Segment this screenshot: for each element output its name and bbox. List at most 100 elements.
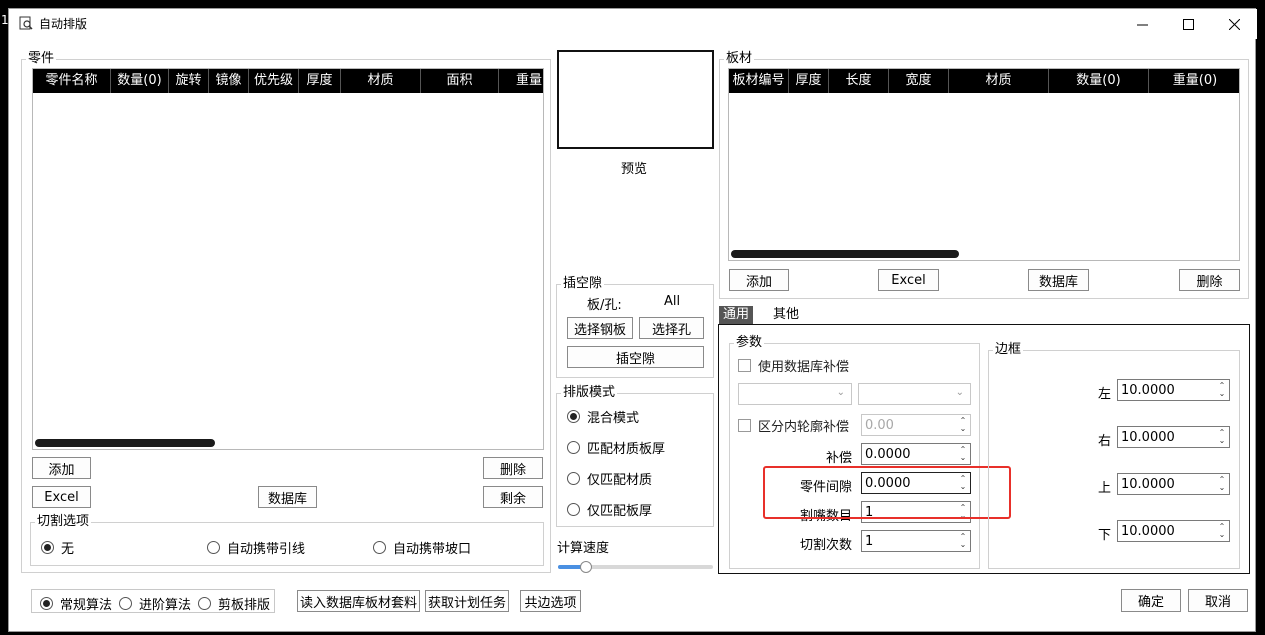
radio-circle bbox=[207, 541, 220, 554]
maximize-icon[interactable] bbox=[1165, 9, 1211, 39]
board-hole-value: All bbox=[664, 294, 681, 309]
window-title: 自动排版 bbox=[39, 17, 88, 31]
plates-col-id[interactable]: 板材编号 bbox=[729, 69, 789, 93]
parts-col-quantity[interactable]: 数量(0) bbox=[111, 69, 169, 93]
algo-shear-label: 剪板排版 bbox=[218, 598, 271, 613]
spin-arrows-icon[interactable]: ⌃ ⌄ bbox=[1217, 382, 1227, 398]
parts-excel-button[interactable]: Excel bbox=[32, 486, 91, 508]
border-bottom-spinbox[interactable]: 10.0000 ⌃ ⌄ bbox=[1117, 520, 1230, 542]
parts-col-area[interactable]: 面积 bbox=[421, 69, 499, 93]
cut-options-group: 切割选项 无 自动携带引线 自动携带坡口 bbox=[30, 514, 544, 566]
parts-col-name[interactable]: 零件名称 bbox=[33, 69, 111, 93]
border-left-value: 10.0000 bbox=[1121, 382, 1175, 398]
parts-remain-button[interactable]: 剩余 bbox=[483, 486, 543, 508]
insert-gap-button[interactable]: 插空隙 bbox=[567, 346, 704, 368]
border-right-label: 右 bbox=[1098, 434, 1112, 449]
spin-arrows-icon[interactable]: ⌃ ⌄ bbox=[958, 417, 968, 433]
plates-delete-button[interactable]: 删除 bbox=[1179, 269, 1240, 291]
plates-col-quantity[interactable]: 数量(0) bbox=[1049, 69, 1149, 93]
cut-option-bevel-radio[interactable]: 自动携带坡口 bbox=[373, 538, 471, 557]
mode-thickness-only-radio[interactable]: 仅匹配板厚 bbox=[567, 500, 652, 519]
parts-col-priority[interactable]: 优先级 bbox=[249, 69, 299, 93]
mode-mixed-radio[interactable]: 混合模式 bbox=[567, 407, 639, 426]
common-edge-options-button[interactable]: 共边选项 bbox=[520, 590, 581, 612]
radio-circle bbox=[567, 503, 580, 516]
distinguish-contour-label: 区分内轮廓补偿 bbox=[758, 420, 850, 435]
use-db-comp-label: 使用数据库补偿 bbox=[758, 360, 850, 375]
db-comp-combo-2[interactable]: ⌄ bbox=[858, 383, 971, 405]
plates-table[interactable]: 板材编号 厚度 长度 宽度 材质 数量(0) 重量(0) bbox=[728, 68, 1240, 261]
mode-material-thickness-radio[interactable]: 匹配材质板厚 bbox=[567, 438, 665, 457]
close-icon[interactable] bbox=[1211, 9, 1257, 39]
algo-normal-radio[interactable]: 常规算法 bbox=[40, 594, 112, 613]
radio-circle bbox=[567, 472, 580, 485]
cut-option-none-radio[interactable]: 无 bbox=[41, 538, 74, 557]
plates-table-scrollbar[interactable] bbox=[731, 250, 959, 258]
cut-count-value: 1 bbox=[865, 533, 874, 549]
layout-mode-group: 排版模式 混合模式 匹配材质板厚 仅匹配材质 仅匹配板厚 bbox=[556, 385, 714, 527]
tab-other[interactable]: 其他 bbox=[769, 306, 803, 324]
radio-circle bbox=[40, 597, 53, 610]
algo-shear-radio[interactable]: 剪板排版 bbox=[198, 594, 270, 613]
distinguish-contour-checkbox[interactable]: 区分内轮廓补偿 bbox=[738, 416, 849, 435]
parts-col-thickness[interactable]: 厚度 bbox=[299, 69, 341, 93]
cancel-button[interactable]: 取消 bbox=[1188, 589, 1248, 612]
cut-count-spinbox[interactable]: 1 ⌃ ⌄ bbox=[861, 530, 971, 552]
spin-arrows-icon[interactable]: ⌃ ⌄ bbox=[1217, 523, 1227, 539]
plates-group-label: 板材 bbox=[724, 51, 755, 67]
parts-delete-button[interactable]: 删除 bbox=[483, 457, 543, 479]
radio-dot bbox=[43, 600, 50, 607]
get-plan-task-button[interactable]: 获取计划任务 bbox=[425, 590, 509, 612]
plates-col-length[interactable]: 长度 bbox=[829, 69, 889, 93]
read-db-nesting-button[interactable]: 读入数据库板材套料 bbox=[297, 590, 420, 612]
mode-material-only-radio[interactable]: 仅匹配材质 bbox=[567, 469, 652, 488]
cut-option-leadline-label: 自动携带引线 bbox=[227, 542, 306, 557]
parts-database-button[interactable]: 数据库 bbox=[258, 486, 317, 508]
use-db-comp-checkbox[interactable]: 使用数据库补偿 bbox=[738, 356, 849, 375]
cut-option-leadline-radio[interactable]: 自动携带引线 bbox=[207, 538, 305, 557]
select-plate-button[interactable]: 选择钢板 bbox=[567, 317, 633, 339]
db-comp-combo-1[interactable]: ⌄ bbox=[738, 383, 852, 405]
spin-arrows-icon[interactable]: ⌃ ⌄ bbox=[1217, 476, 1227, 492]
insert-gap-group: 插空隙 板/孔: All 选择钢板 选择孔 插空隙 bbox=[556, 276, 714, 378]
comp-label: 补偿 bbox=[826, 451, 853, 466]
border-left-spinbox[interactable]: 10.0000 ⌃ ⌄ bbox=[1117, 379, 1230, 401]
layout-mode-group-label: 排版模式 bbox=[561, 385, 618, 401]
radio-circle bbox=[198, 597, 211, 610]
plates-add-button[interactable]: 添加 bbox=[729, 269, 789, 291]
spin-arrows-icon[interactable]: ⌃ ⌄ bbox=[1217, 429, 1227, 445]
plates-col-width[interactable]: 宽度 bbox=[889, 69, 949, 93]
border-right-spinbox[interactable]: 10.0000 ⌃ ⌄ bbox=[1117, 426, 1230, 448]
parts-add-button[interactable]: 添加 bbox=[32, 457, 91, 479]
parts-col-weight[interactable]: 重量 bbox=[499, 69, 543, 93]
border-top-value: 10.0000 bbox=[1121, 476, 1175, 492]
preview-label: 预览 bbox=[621, 162, 648, 177]
plates-col-weight[interactable]: 重量(0) bbox=[1149, 69, 1239, 93]
algo-advanced-radio[interactable]: 进阶算法 bbox=[119, 594, 191, 613]
parts-table[interactable]: 零件名称 数量(0) 旋转 镜像 优先级 厚度 材质 面积 重量 bbox=[32, 68, 544, 450]
parts-col-material[interactable]: 材质 bbox=[341, 69, 421, 93]
distinguish-value-spinbox[interactable]: 0.00 ⌃ ⌄ bbox=[861, 414, 971, 436]
parts-col-rotate[interactable]: 旋转 bbox=[169, 69, 209, 93]
speed-slider-thumb[interactable] bbox=[580, 561, 592, 573]
select-hole-button[interactable]: 选择孔 bbox=[639, 317, 704, 339]
parts-col-mirror[interactable]: 镜像 bbox=[209, 69, 249, 93]
tab-general[interactable]: 通用 bbox=[719, 306, 754, 324]
spin-arrows-icon[interactable]: ⌃ ⌄ bbox=[958, 533, 968, 549]
insert-gap-group-label: 插空隙 bbox=[561, 276, 605, 292]
plates-col-material[interactable]: 材质 bbox=[949, 69, 1049, 93]
plates-database-button[interactable]: 数据库 bbox=[1028, 269, 1089, 291]
parts-table-scrollbar[interactable] bbox=[35, 439, 215, 447]
minimize-icon[interactable] bbox=[1119, 9, 1165, 39]
parts-group: 零件 零件名称 数量(0) 旋转 镜像 优先级 厚度 材质 面积 重量 添加 删… bbox=[21, 51, 551, 573]
spin-arrows-icon[interactable]: ⌃ ⌄ bbox=[958, 446, 968, 462]
comp-spinbox[interactable]: 0.0000 ⌃ ⌄ bbox=[861, 443, 971, 465]
parts-table-header: 零件名称 数量(0) 旋转 镜像 优先级 厚度 材质 面积 重量 bbox=[33, 69, 543, 93]
plates-excel-button[interactable]: Excel bbox=[878, 269, 939, 291]
algo-normal-label: 常规算法 bbox=[60, 598, 113, 613]
radio-circle bbox=[373, 541, 386, 554]
ok-button[interactable]: 确定 bbox=[1121, 589, 1181, 612]
border-top-spinbox[interactable]: 10.0000 ⌃ ⌄ bbox=[1117, 473, 1230, 495]
plates-col-thickness[interactable]: 厚度 bbox=[789, 69, 829, 93]
parts-group-label: 零件 bbox=[26, 51, 57, 67]
